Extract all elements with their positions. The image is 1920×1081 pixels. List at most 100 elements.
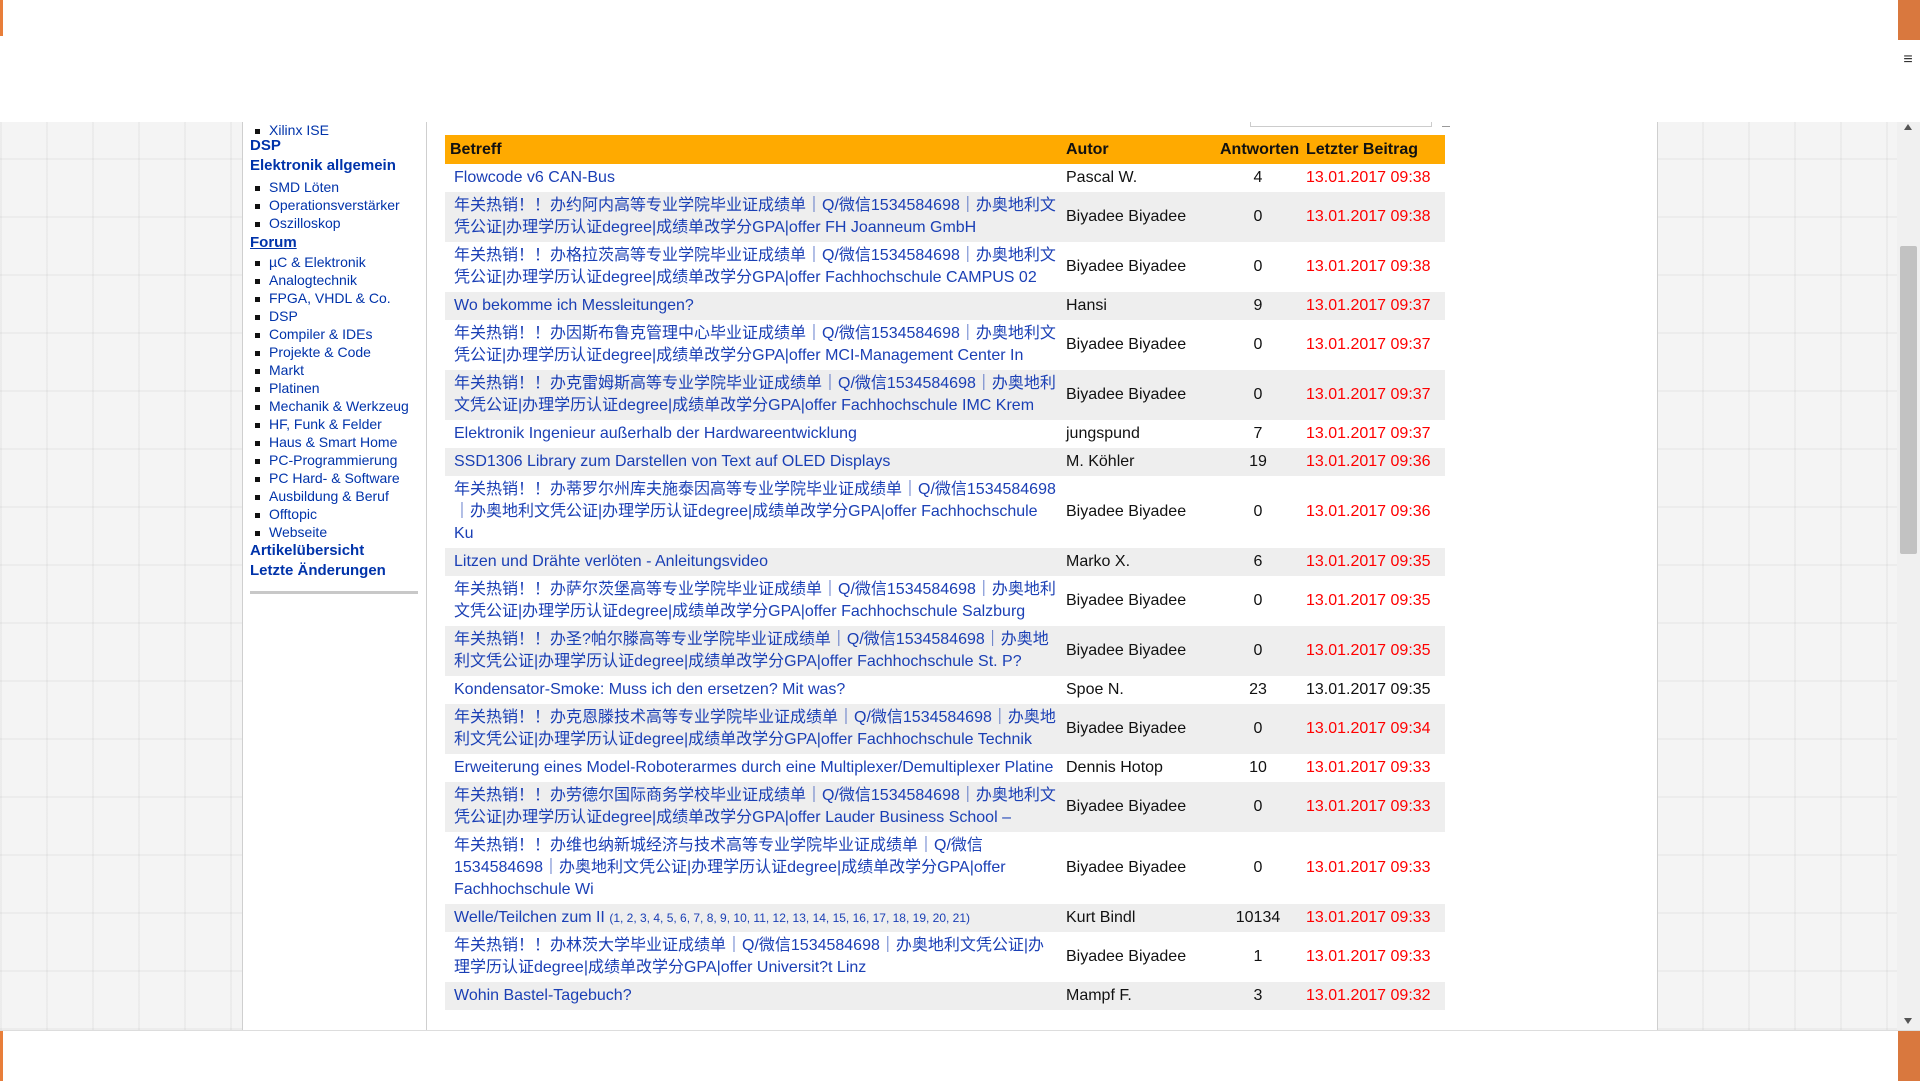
topic-link[interactable]: 年关热销！！办劳德尔国际商务学校毕业证成绩单｜Q/微信1534584698｜办奥… — [454, 787, 1056, 826]
topic-link[interactable]: 年关热销！！办克雷姆斯高等专业学院毕业证成绩单｜Q/微信1534584698｜办… — [454, 375, 1056, 414]
topic-cell: Welle/Teilchen zum II (1, 2, 3, 4, 5, 6,… — [445, 904, 1061, 932]
last-post-cell[interactable]: 13.01.2017 09:32 — [1301, 982, 1445, 1010]
last-post-cell[interactable]: 13.01.2017 09:36 — [1301, 448, 1445, 476]
topic-link[interactable]: 年关热销！！办萨尔茨堡高等专业学院毕业证成绩单｜Q/微信1534584698｜办… — [454, 581, 1056, 620]
topic-link[interactable]: Welle/Teilchen zum II — [454, 909, 605, 926]
last-post-cell[interactable]: 13.01.2017 09:38 — [1301, 192, 1445, 242]
last-post-cell[interactable]: 13.01.2017 09:33 — [1301, 754, 1445, 782]
replies-cell: 10134 — [1215, 904, 1301, 932]
sidebar-section-dsp[interactable]: DSP — [250, 137, 281, 154]
last-post-cell[interactable]: 13.01.2017 09:35 — [1301, 576, 1445, 626]
column-header-letzter-beitrag[interactable]: Letzter Beitrag — [1301, 135, 1445, 164]
forum-topic-table: Betreff Autor Antworten Letzter Beitrag … — [445, 135, 1445, 1010]
topic-link[interactable]: Kondensator-Smoke: Muss ich den ersetzen… — [454, 681, 845, 698]
column-header-antworten[interactable]: Antworten — [1215, 135, 1301, 164]
sidebar-section-elektronik-allgemein[interactable]: Elektronik allgemein — [250, 157, 396, 174]
sidebar-item-fpga[interactable]: FPGA, VHDL & Co. — [255, 290, 391, 306]
scrollbar-thumb[interactable] — [1900, 246, 1917, 554]
last-post-cell[interactable]: 13.01.2017 09:37 — [1301, 292, 1445, 320]
topic-link[interactable]: Flowcode v6 CAN-Bus — [454, 169, 615, 186]
topic-cell: Wohin Bastel-Tagebuch? — [445, 982, 1061, 1010]
last-post-cell[interactable]: 13.01.2017 09:33 — [1301, 782, 1445, 832]
last-post-cell[interactable]: 13.01.2017 09:38 — [1301, 242, 1445, 292]
hamburger-menu-icon[interactable]: ≡ — [1900, 50, 1916, 70]
topic-cell: Flowcode v6 CAN-Bus — [445, 164, 1061, 192]
replies-cell: 0 — [1215, 242, 1301, 292]
last-post-cell[interactable]: 13.01.2017 09:35 — [1301, 626, 1445, 676]
sidebar-item-oszilloskop[interactable]: Oszilloskop — [255, 215, 341, 231]
sidebar-item-hf-funk[interactable]: HF, Funk & Felder — [255, 416, 382, 432]
last-post-cell[interactable]: 13.01.2017 09:37 — [1301, 320, 1445, 370]
sidebar-section-artikeluebersicht[interactable]: Artikelübersicht — [250, 542, 364, 559]
search-input[interactable] — [1250, 122, 1432, 127]
last-post-cell[interactable]: 13.01.2017 09:33 — [1301, 832, 1445, 904]
last-post-cell[interactable]: 13.01.2017 09:33 — [1301, 904, 1445, 932]
topic-cell: SSD1306 Library zum Darstellen von Text … — [445, 448, 1061, 476]
sidebar-section-forum[interactable]: Forum — [250, 234, 297, 251]
column-header-autor[interactable]: Autor — [1061, 135, 1215, 164]
table-row: 年关热销！！办因斯布鲁克管理中心毕业证成绩单｜Q/微信1534584698｜办奥… — [445, 320, 1445, 370]
topic-link[interactable]: 年关热销！！办圣?帕尔滕高等专业学院毕业证成绩单｜Q/微信1534584698｜… — [454, 631, 1049, 670]
sidebar-item-operationsverstaerker[interactable]: Operationsverstärker — [255, 197, 400, 213]
sidebar-item-analogtechnik[interactable]: Analogtechnik — [255, 272, 357, 288]
sidebar-item-markt[interactable]: Markt — [255, 362, 304, 378]
table-row: 年关热销！！办克雷姆斯高等专业学院毕业证成绩单｜Q/微信1534584698｜办… — [445, 370, 1445, 420]
sidebar-item-projekte[interactable]: Projekte & Code — [255, 344, 371, 360]
sidebar-item-pc-programmierung[interactable]: PC-Programmierung — [254, 452, 397, 468]
sidebar-section-letzte-aenderungen[interactable]: Letzte Änderungen — [250, 562, 386, 579]
author-cell: Biyadee Biyadee — [1061, 370, 1215, 420]
topic-link[interactable]: 年关热销！！办约阿内高等专业学院毕业证成绩单｜Q/微信1534584698｜办奥… — [454, 197, 1056, 236]
scroll-down-arrow-icon[interactable] — [1904, 1018, 1912, 1024]
topic-cell: Wo bekomme ich Messleitungen? — [445, 292, 1061, 320]
search-button[interactable] — [1442, 122, 1450, 127]
table-row: 年关热销！！办克恩滕技术高等专业学院毕业证成绩单｜Q/微信1534584698｜… — [445, 704, 1445, 754]
topic-cell: 年关热销！！办萨尔茨堡高等专业学院毕业证成绩单｜Q/微信1534584698｜办… — [445, 576, 1061, 626]
sidebar-item-dsp[interactable]: DSP — [255, 308, 298, 324]
replies-cell: 7 — [1215, 420, 1301, 448]
sidebar-item-ausbildung[interactable]: Ausbildung & Beruf — [255, 488, 389, 504]
sidebar-item-platinen[interactable]: Platinen — [255, 380, 320, 396]
author-cell: M. Köhler — [1061, 448, 1215, 476]
topic-cell: 年关热销！！办圣?帕尔滕高等专业学院毕业证成绩单｜Q/微信1534584698｜… — [445, 626, 1061, 676]
author-cell: Mampf F. — [1061, 982, 1215, 1010]
table-row: 年关热销！！办林茨大学毕业证成绩单｜Q/微信1534584698｜办奥地利文凭公… — [445, 932, 1445, 982]
sidebar-item-haus-smart-home[interactable]: Haus & Smart Home — [254, 434, 397, 450]
last-post-cell[interactable]: 13.01.2017 09:37 — [1301, 370, 1445, 420]
table-row: 年关热销！！办维也纳新城经济与技术高等专业学院毕业证成绩单｜Q/微信153458… — [445, 832, 1445, 904]
sidebar-item-xilinx-ise[interactable]: Xilinx ISE — [255, 122, 329, 138]
window-edge-right — [1898, 0, 1920, 40]
topic-link[interactable]: 年关热销！！办克恩滕技术高等专业学院毕业证成绩单｜Q/微信1534584698｜… — [454, 709, 1056, 748]
last-post-cell[interactable]: 13.01.2017 09:38 — [1301, 164, 1445, 192]
sidebar-item-webseite[interactable]: Webseite — [254, 524, 327, 540]
scroll-up-arrow-icon[interactable] — [1904, 124, 1912, 130]
topic-link[interactable]: SSD1306 Library zum Darstellen von Text … — [454, 453, 890, 470]
topic-link[interactable]: Wohin Bastel-Tagebuch? — [454, 987, 632, 1004]
topic-link[interactable]: 年关热销！！办蒂罗尔州库夫施泰因高等专业学院毕业证成绩单｜Q/微信1534584… — [454, 481, 1056, 542]
topic-link[interactable]: 年关热销！！办格拉茨高等专业学院毕业证成绩单｜Q/微信1534584698｜办奥… — [454, 247, 1056, 286]
sidebar-item-offtopic[interactable]: Offtopic — [255, 506, 317, 522]
vertical-scrollbar[interactable] — [1897, 122, 1920, 1030]
last-post-cell[interactable]: 13.01.2017 09:37 — [1301, 420, 1445, 448]
last-post-cell[interactable]: 13.01.2017 09:35 — [1301, 676, 1445, 704]
last-post-cell[interactable]: 13.01.2017 09:36 — [1301, 476, 1445, 548]
topic-page-links[interactable]: (1, 2, 3, 4, 5, 6, 7, 8, 9, 10, 11, 12, … — [609, 911, 970, 925]
topic-link[interactable]: 年关热销！！办林茨大学毕业证成绩单｜Q/微信1534584698｜办奥地利文凭公… — [454, 937, 1044, 976]
column-header-betreff[interactable]: Betreff — [445, 135, 1061, 164]
table-row: 年关热销！！办劳德尔国际商务学校毕业证成绩单｜Q/微信1534584698｜办奥… — [445, 782, 1445, 832]
sidebar-item-uc-elektronik[interactable]: µC & Elektronik — [255, 254, 366, 270]
last-post-cell[interactable]: 13.01.2017 09:35 — [1301, 548, 1445, 576]
topic-link[interactable]: Elektronik Ingenieur außerhalb der Hardw… — [454, 425, 857, 442]
sidebar-item-mechanik[interactable]: Mechanik & Werkzeug — [255, 398, 409, 414]
sidebar-item-pc-hard-software[interactable]: PC Hard- & Software — [255, 470, 400, 486]
sidebar-item-smd-loeten[interactable]: SMD Löten — [254, 179, 339, 195]
topic-link[interactable]: Litzen und Drähte verlöten - Anleitungsv… — [454, 553, 768, 570]
topic-link[interactable]: 年关热销！！办因斯布鲁克管理中心毕业证成绩单｜Q/微信1534584698｜办奥… — [454, 325, 1056, 364]
author-cell: Biyadee Biyadee — [1061, 704, 1215, 754]
sidebar-item-compiler[interactable]: Compiler & IDEs — [254, 326, 372, 342]
page-content: Xilinx ISE DSP Elektronik allgemein SMD … — [242, 122, 1658, 1030]
topic-link[interactable]: Erweiterung eines Model-Roboterarmes dur… — [454, 759, 1053, 776]
topic-link[interactable]: Wo bekomme ich Messleitungen? — [454, 297, 694, 314]
last-post-cell[interactable]: 13.01.2017 09:34 — [1301, 704, 1445, 754]
last-post-cell[interactable]: 13.01.2017 09:33 — [1301, 932, 1445, 982]
topic-link[interactable]: 年关热销！！办维也纳新城经济与技术高等专业学院毕业证成绩单｜Q/微信153458… — [454, 837, 1006, 898]
